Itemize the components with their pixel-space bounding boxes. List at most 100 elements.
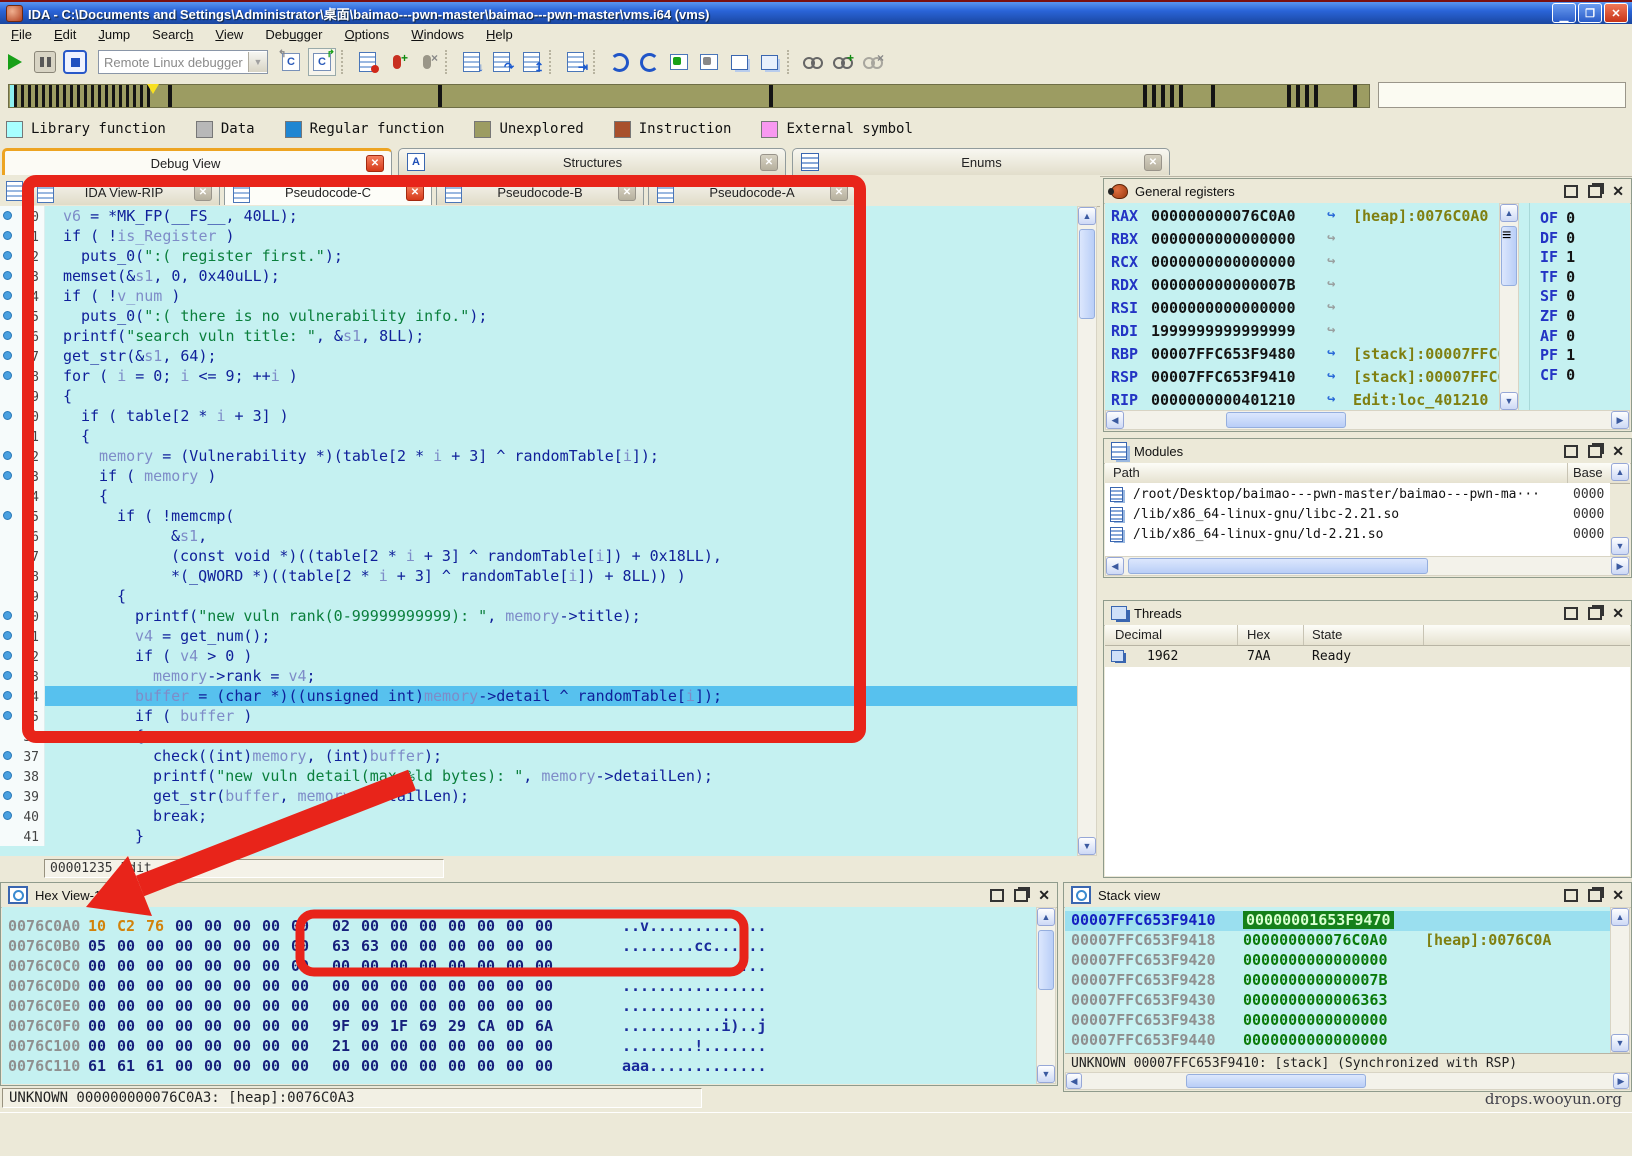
flag-row[interactable]: TF0 [1540,268,1575,286]
hex-byte[interactable]: 00 [88,977,117,995]
register-value[interactable]: 0000000000000000 [1151,253,1296,271]
stackview-scrollbar[interactable]: ▲ ▼ [1610,907,1630,1053]
hex-byte[interactable]: 00 [361,997,390,1015]
breakpoint-dot[interactable] [3,791,12,800]
hex-byte[interactable]: 00 [233,1057,262,1075]
stack-value[interactable]: 00000001653F9470 [1243,911,1394,929]
hex-byte[interactable]: 00 [332,997,361,1015]
close-tab-icon[interactable]: ✕ [194,184,212,201]
hex-byte[interactable]: 1F [390,1017,419,1035]
restore-icon[interactable] [1588,185,1602,198]
hex-byte[interactable]: 9F [332,1017,361,1035]
scroll-up-icon[interactable]: ▲ [1611,908,1629,926]
code-line[interactable]: 24{ [0,486,1077,506]
run-until-return-button[interactable]: ↥ [518,49,544,75]
hex-bytes[interactable]: 00000000000000000000000000000000 [88,977,564,995]
add-watch-button[interactable]: + [830,49,856,75]
follow-arrow-icon[interactable]: ↪ [1327,276,1335,292]
hexview-scrollbar[interactable]: ▲ ▼ [1036,907,1056,1084]
code-line[interactable]: 41} [0,826,1077,846]
code-line[interactable]: 19{ [0,386,1077,406]
flag-row[interactable]: IF1 [1540,248,1575,266]
hex-byte[interactable]: 00 [291,977,320,995]
hex-byte[interactable]: 00 [146,977,175,995]
hex-byte[interactable]: 00 [146,997,175,1015]
hex-byte[interactable]: 00 [233,997,262,1015]
hex-byte[interactable]: 00 [535,1037,564,1055]
navigation-band[interactable] [8,84,1370,108]
flag-row[interactable]: ZF0 [1540,307,1575,325]
scroll-thumb[interactable] [1128,558,1428,574]
tab-enums[interactable]: Enums ✕ [792,148,1170,175]
hex-bytes[interactable]: 00000000000000002100000000000000 [88,1037,564,1055]
hex-byte[interactable]: 00 [291,917,320,935]
minimize-button[interactable]: ▁ [1552,3,1576,23]
close-tab-icon[interactable]: ✕ [1144,154,1162,171]
hex-byte[interactable]: 00 [233,1017,262,1035]
hex-byte[interactable]: 00 [204,1037,233,1055]
close-tab-icon[interactable]: ✕ [618,184,636,201]
hex-byte[interactable]: 10 [88,917,117,935]
breakpoint-dot[interactable] [3,231,12,240]
stack-value[interactable]: 000000000076C0A0 [1243,931,1388,949]
code-line[interactable]: 15puts_0(":( there is no vulnerability i… [0,306,1077,326]
breakpoint-dot[interactable] [3,511,12,520]
flag-row[interactable]: OF0 [1540,209,1575,227]
hex-byte[interactable]: 0D [506,1017,535,1035]
scroll-down-icon[interactable]: ▼ [1611,1034,1629,1052]
stack-row[interactable]: 00007FFC653F94300000000000006363 [1065,991,1630,1011]
hex-byte[interactable]: 00 [262,997,291,1015]
scroll-left-icon[interactable]: ◀ [1106,411,1124,429]
subtab-ida-view-rip[interactable]: IDA View-RIP ✕ [28,179,220,205]
hex-byte[interactable]: 00 [419,957,448,975]
follow-arrow-icon[interactable]: ↪ [1327,391,1335,407]
hex-row[interactable]: 0076C11061616100000000000000000000000000… [2,1057,1036,1077]
hex-byte[interactable]: 00 [262,1017,291,1035]
follow-arrow-icon[interactable]: ↪ [1327,345,1335,361]
modules-header[interactable]: Path Base ▲ [1105,463,1630,484]
hex-byte[interactable]: 6A [535,1017,564,1035]
thread-row[interactable]: 19627AAReady [1105,647,1630,667]
threads-header[interactable]: Decimal Hex State [1105,625,1630,646]
code-line[interactable]: 13memset(&s1, 0, 0x40uLL); [0,266,1077,286]
code-line[interactable]: 23if ( memory ) [0,466,1077,486]
hex-byte[interactable]: 00 [419,1037,448,1055]
breakpoint-dot[interactable] [3,291,12,300]
stack-rows[interactable]: 00007FFC653F941000000001653F947000007FFC… [1065,907,1630,1053]
hex-byte[interactable]: 00 [175,1057,204,1075]
hex-byte[interactable]: 00 [233,1037,262,1055]
hex-byte[interactable]: 00 [291,1057,320,1075]
code-line[interactable]: 18for ( i = 0; i <= 9; ++i ) [0,366,1077,386]
hex-byte[interactable]: 00 [262,937,291,955]
hex-byte[interactable]: 00 [506,997,535,1015]
maximize-icon[interactable] [1564,445,1578,458]
hex-byte[interactable]: 00 [262,1057,291,1075]
threads-titlebar[interactable]: Threads ✕ [1104,601,1631,626]
code-line[interactable]: 10v6 = *MK_FP(__FS__, 40LL); [0,206,1077,226]
stackview-hscrollbar[interactable]: ◀ ▶ [1065,1072,1630,1090]
hex-byte[interactable]: 00 [448,1037,477,1055]
hex-byte[interactable]: 00 [204,917,233,935]
stack-value[interactable]: 0000000000006363 [1243,991,1388,1009]
code-line[interactable]: 37check((int)memory, (int)buffer); [0,746,1077,766]
close-tab-icon[interactable]: ✕ [830,184,848,201]
flag-row[interactable]: SF0 [1540,287,1575,305]
hex-bytes[interactable]: 10C27600000000000200000000000000 [88,917,564,935]
scroll-down-icon[interactable]: ▼ [1078,837,1096,855]
maximize-icon[interactable] [1564,185,1578,198]
hex-byte[interactable]: 00 [477,937,506,955]
hex-row[interactable]: 0076C0A010C27600000000000200000000000000… [2,917,1036,937]
hex-byte[interactable]: 00 [477,957,506,975]
restore-icon[interactable] [1014,889,1028,902]
hex-byte[interactable]: 00 [262,957,291,975]
subtab-pseudocode-c[interactable]: Pseudocode-C ✕ [224,179,432,205]
scroll-up-icon[interactable]: ▲ [1500,204,1518,222]
code-line[interactable]: 35if ( buffer ) [0,706,1077,726]
maximize-icon[interactable] [990,889,1004,902]
hex-byte[interactable]: 00 [233,977,262,995]
code-line[interactable]: 30printf("new vuln rank(0-99999999999): … [0,606,1077,626]
hex-byte[interactable]: 00 [390,1037,419,1055]
hex-byte[interactable]: 00 [361,1037,390,1055]
scroll-left-icon[interactable]: ◀ [1066,1073,1082,1089]
breakpoint-dot[interactable] [3,811,12,820]
